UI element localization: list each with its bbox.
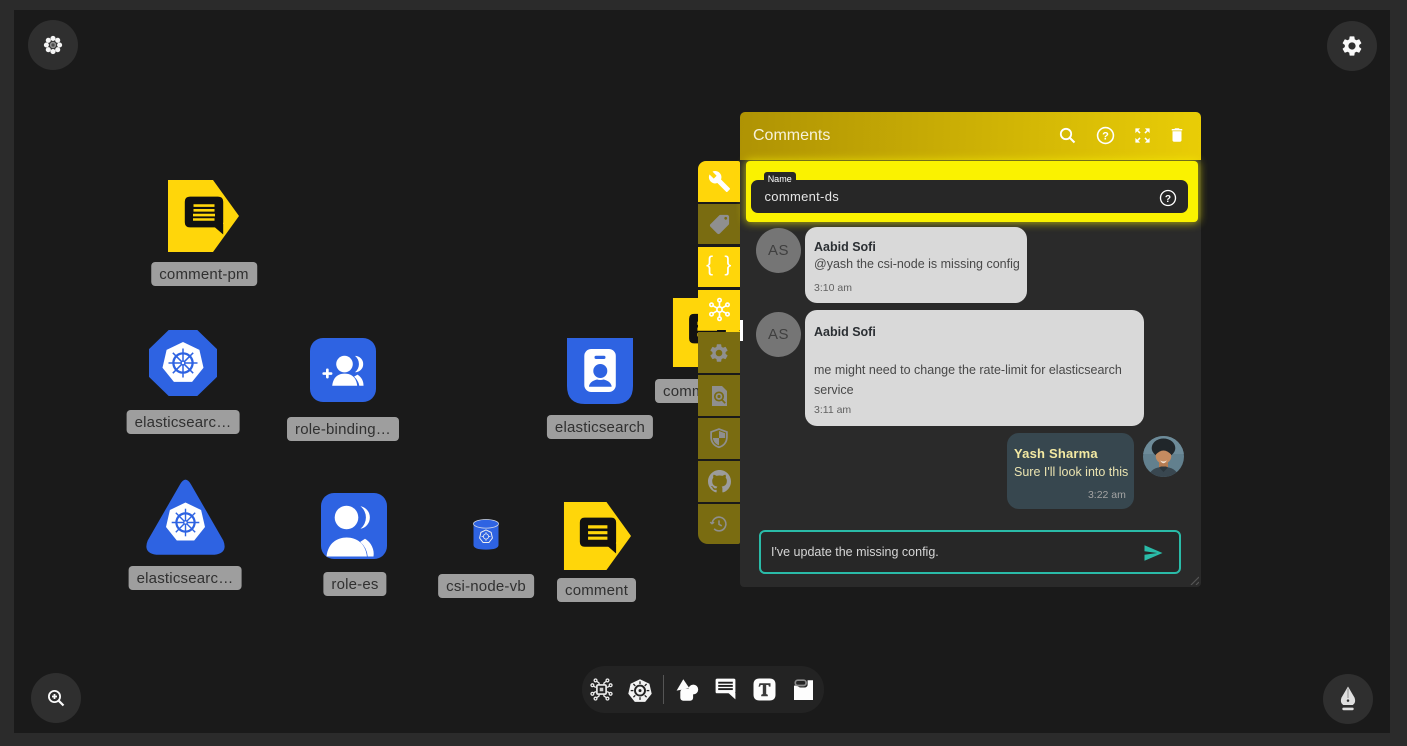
svg-text:?: ? [1102, 130, 1109, 142]
svg-text:?: ? [1165, 193, 1171, 204]
